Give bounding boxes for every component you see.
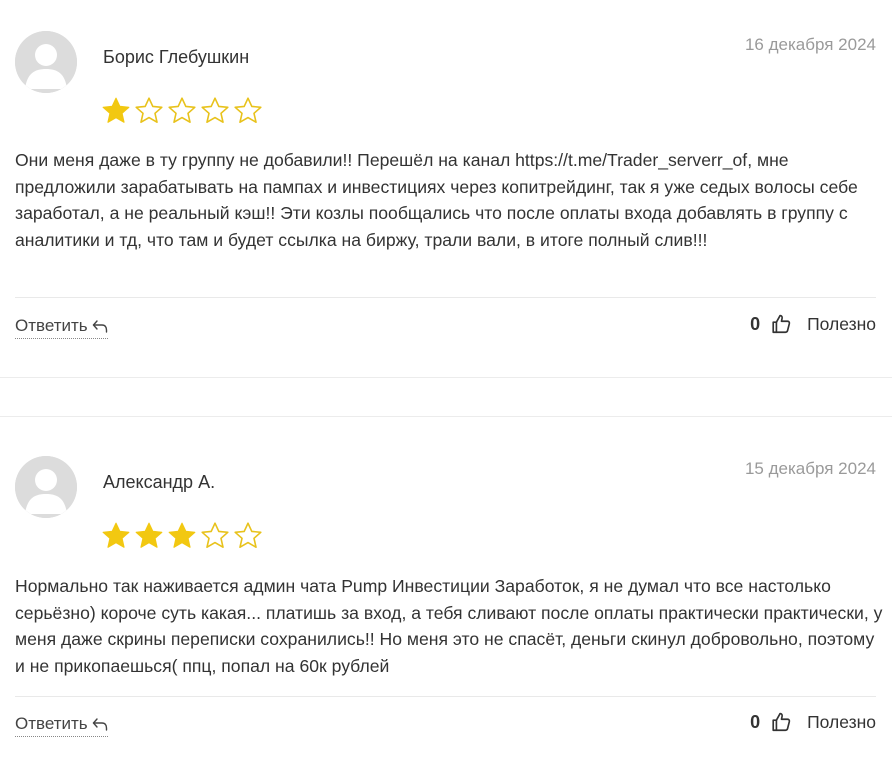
useful-button[interactable]: Полезно [807,314,876,335]
star-empty-icon [234,522,262,548]
review-card: Борис Глебушкин 16 декабря 2024 Они меня… [0,0,892,378]
reply-arrow-icon [92,320,107,333]
star-rating [101,521,263,551]
useful-count: 0 [750,313,761,334]
star-empty-icon [234,97,262,123]
thumbs-up-icon[interactable] [770,313,792,335]
review-separator [0,416,892,417]
divider [15,696,876,697]
reply-button[interactable]: Ответить [15,316,108,339]
review-card: Александр А. 15 декабря 2024 Нормально т… [0,378,892,758]
star-empty-icon [135,97,163,123]
star-empty-icon [201,97,229,123]
review-date: 16 декабря 2024 [744,35,876,54]
thumbs-up-icon[interactable] [770,711,792,733]
review-author: Борис Глебушкин [103,47,250,67]
avatar [15,456,77,518]
useful-button[interactable]: Полезно [807,712,876,733]
avatar [15,31,77,93]
star-filled-icon [102,97,130,123]
star-filled-icon [168,522,196,548]
useful-count: 0 [750,711,761,732]
review-date: 15 декабря 2024 [744,459,876,478]
star-empty-icon [201,522,229,548]
star-empty-icon [168,97,196,123]
user-placeholder-icon [15,456,77,518]
star-rating [101,96,263,126]
review-text: Они меня даже в ту группу не добавили!! … [15,150,858,250]
review-author: Александр А. [103,472,216,492]
divider [15,297,876,298]
reply-arrow-icon [92,718,107,731]
useful-block: 0 Полезно [750,313,876,335]
user-placeholder-icon [15,31,77,93]
star-filled-icon [102,522,130,548]
star-filled-icon [135,522,163,548]
reply-label: Ответить [15,714,88,733]
review-text: Нормально так наживается админ чата Pump… [15,576,883,676]
reply-button[interactable]: Ответить [15,714,108,737]
useful-block: 0 Полезно [750,711,876,733]
reply-label: Ответить [15,316,88,335]
